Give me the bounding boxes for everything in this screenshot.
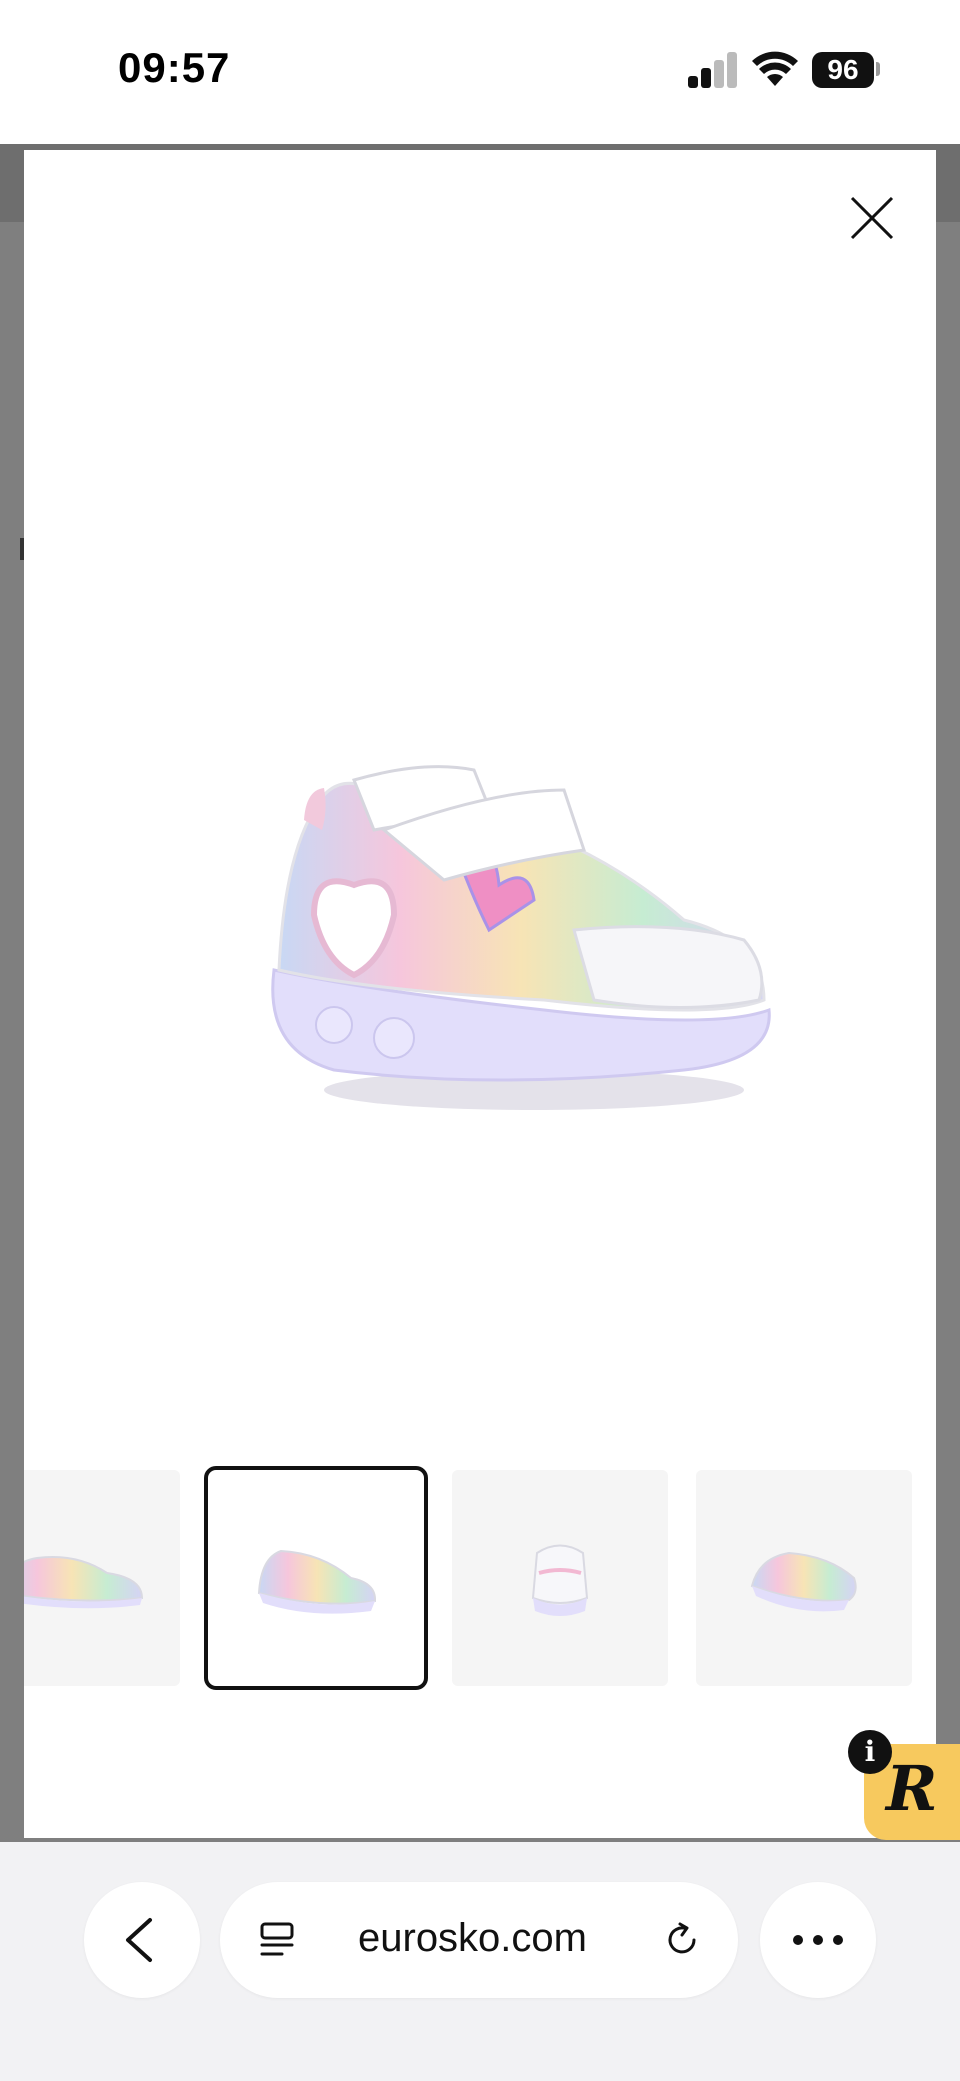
image-viewer-modal bbox=[24, 150, 936, 1838]
status-time: 09:57 bbox=[118, 44, 231, 91]
sneaker-front-thumbnail-image bbox=[531, 1544, 589, 1616]
thumbnail-back-view[interactable] bbox=[696, 1470, 912, 1686]
url-text[interactable]: eurosko.com bbox=[358, 1916, 587, 1961]
sneaker-side-thumbnail-image bbox=[24, 1556, 144, 1609]
wifi-icon bbox=[752, 51, 798, 86]
thumbnail-strip bbox=[24, 1466, 936, 1692]
chevron-left-icon bbox=[126, 1918, 152, 1962]
cellular-signal-icon bbox=[688, 52, 738, 88]
tabs-icon[interactable] bbox=[256, 1918, 300, 1962]
battery-nub bbox=[876, 62, 880, 76]
address-bar[interactable]: eurosko.com bbox=[220, 1882, 738, 1998]
more-icon bbox=[793, 1935, 843, 1945]
battery-indicator: 96 bbox=[812, 52, 874, 88]
close-icon[interactable] bbox=[844, 190, 900, 246]
status-bar: 09:57 96 bbox=[0, 0, 960, 144]
more-button[interactable] bbox=[760, 1882, 876, 1998]
reload-icon[interactable] bbox=[660, 1918, 704, 1962]
sneaker-three-quarter-thumbnail-image bbox=[257, 1549, 377, 1614]
thumbnail-front-view[interactable] bbox=[452, 1470, 668, 1686]
sneaker-back-thumbnail-image bbox=[750, 1551, 857, 1612]
info-icon[interactable]: i bbox=[848, 1730, 892, 1774]
back-button[interactable] bbox=[84, 1882, 200, 1998]
thumbnail-three-quarter-view[interactable] bbox=[204, 1466, 428, 1690]
badge-letter: R bbox=[886, 1752, 938, 1825]
product-main-image[interactable] bbox=[244, 670, 784, 1210]
thumbnail-side-view[interactable] bbox=[24, 1470, 180, 1686]
